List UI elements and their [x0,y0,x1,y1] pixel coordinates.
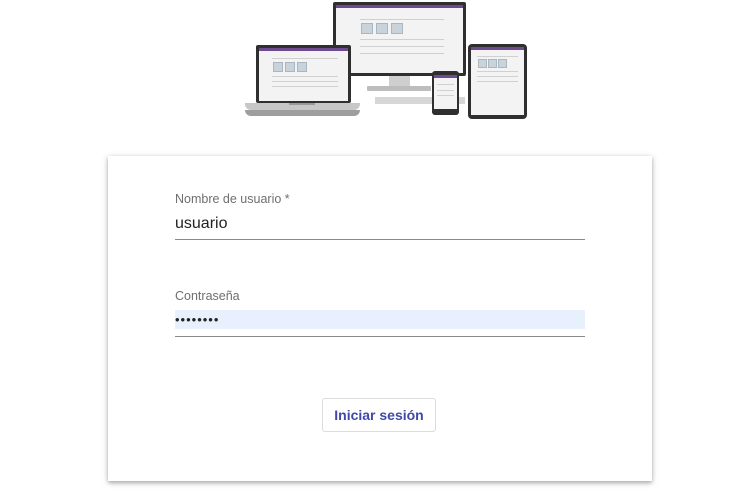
laptop-screen [259,48,348,101]
password-input[interactable] [175,310,585,329]
smartphone [432,71,459,115]
desktop-monitor-screen [336,5,463,73]
username-label: Nombre de usuario * [175,192,290,206]
login-button[interactable]: Iniciar sesión [322,398,436,432]
monitor-stand-foot [367,86,431,91]
username-input[interactable] [175,213,585,235]
tablet-screen [471,47,524,115]
laptop [256,45,351,103]
username-field: Nombre de usuario * [175,192,585,242]
desktop-monitor [333,2,466,76]
laptop-notch [289,103,315,105]
tablet [468,44,527,119]
responsive-devices-illustration [0,0,741,125]
password-field: Contraseña [175,289,585,339]
password-autofill-highlight [175,310,585,329]
password-label: Contraseña [175,289,240,303]
password-underline [175,336,585,337]
login-card: Nombre de usuario * Contraseña Iniciar s… [108,156,652,481]
smartphone-screen [434,75,457,109]
username-underline [175,239,585,240]
laptop-base [245,110,360,116]
